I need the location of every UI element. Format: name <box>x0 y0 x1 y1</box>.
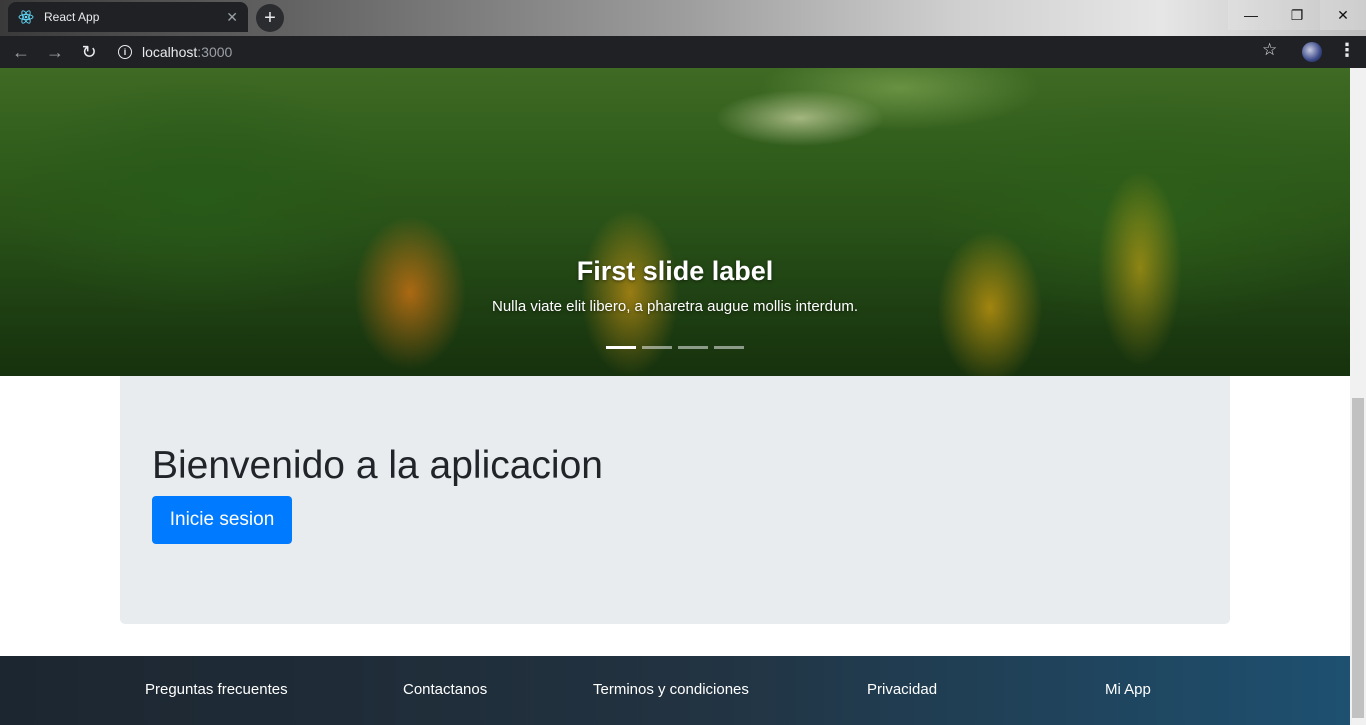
footer-link-faq[interactable]: Preguntas frecuentes <box>145 681 288 698</box>
carousel-indicator[interactable] <box>606 346 636 349</box>
tab-title: React App <box>44 10 100 24</box>
login-button[interactable]: Inicie sesion <box>152 496 292 544</box>
footer-link-app[interactable]: Mi App <box>1105 681 1151 698</box>
carousel-indicator[interactable] <box>678 346 708 349</box>
address-bar[interactable]: i localhost :3000 <box>110 38 1290 66</box>
carousel-indicators <box>606 346 744 349</box>
footer-link-privacy[interactable]: Privacidad <box>867 681 937 698</box>
browser-tab[interactable]: React App ✕ <box>8 2 248 32</box>
url-port: :3000 <box>197 44 233 60</box>
react-icon <box>18 10 34 24</box>
info-icon[interactable]: i <box>118 45 132 59</box>
browser-titlebar: React App ✕ + — ❐ ✕ <box>0 0 1366 36</box>
page-scrollbar[interactable] <box>1350 68 1366 725</box>
tab-close-icon[interactable]: ✕ <box>226 9 238 26</box>
page-viewport: First slide label Nulla viate elit liber… <box>0 68 1350 725</box>
carousel-indicator[interactable] <box>714 346 744 349</box>
carousel-indicator[interactable] <box>642 346 672 349</box>
footer-link-terms[interactable]: Terminos y condiciones <box>593 681 749 698</box>
forward-arrow-icon[interactable]: → <box>42 39 68 65</box>
reload-icon[interactable]: ↻ <box>76 39 102 65</box>
kebab-menu-icon[interactable]: ⋮ <box>1338 40 1356 61</box>
jumbotron: Bienvenido a la aplicacion Inicie sesion <box>120 376 1230 624</box>
minimize-icon[interactable]: — <box>1228 0 1274 30</box>
carousel-image <box>0 68 1350 376</box>
scrollbar-thumb[interactable] <box>1352 398 1364 718</box>
avatar[interactable] <box>1302 42 1322 62</box>
carousel-caption-text: Nulla viate elit libero, a pharetra augu… <box>491 298 859 315</box>
back-arrow-icon[interactable]: ← <box>8 39 34 65</box>
carousel[interactable]: First slide label Nulla viate elit liber… <box>0 68 1350 376</box>
footer: Preguntas frecuentes Contactanos Termino… <box>0 656 1350 725</box>
page-title: Bienvenido a la aplicacion <box>152 444 603 487</box>
new-tab-button[interactable]: + <box>256 4 284 32</box>
window-close-icon[interactable]: ✕ <box>1320 0 1366 30</box>
restore-icon[interactable]: ❐ <box>1274 0 1320 30</box>
star-icon[interactable]: ☆ <box>1262 40 1277 60</box>
carousel-caption-title: First slide label <box>576 256 774 286</box>
footer-link-contact[interactable]: Contactanos <box>403 681 487 698</box>
url-host: localhost <box>142 44 198 60</box>
window-controls: — ❐ ✕ <box>1228 0 1366 30</box>
browser-toolbar: ← → ↻ i localhost :3000 ☆ ⋮ <box>0 36 1366 68</box>
